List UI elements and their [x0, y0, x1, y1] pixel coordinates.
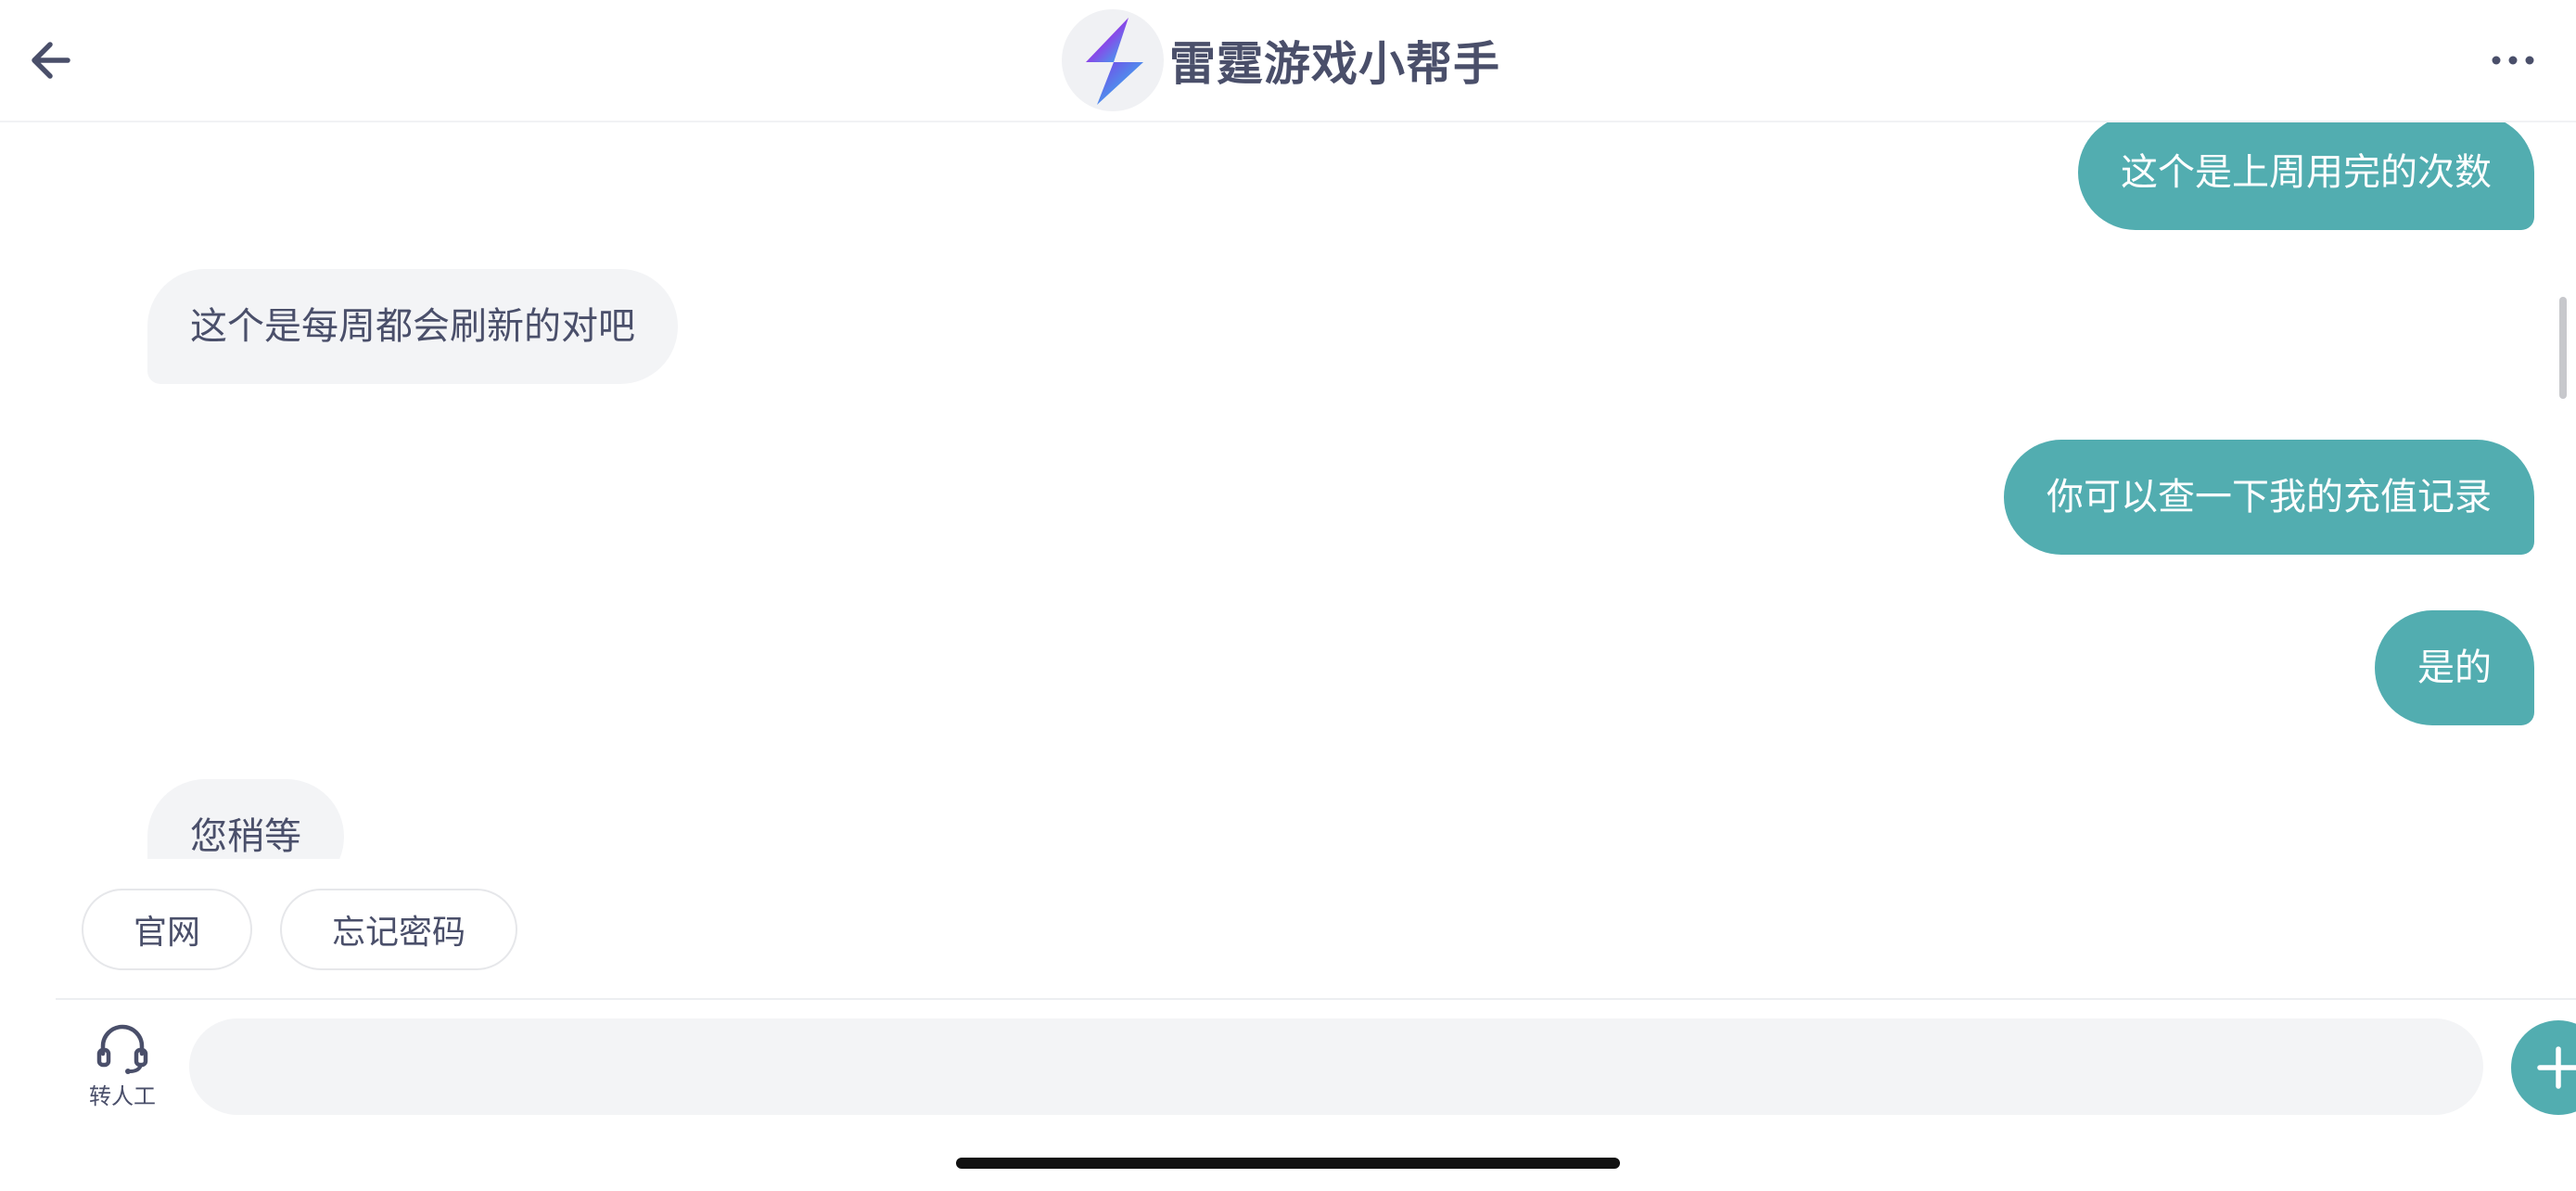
transfer-to-agent-label: 转人工 [89, 1083, 156, 1109]
chat-message-list[interactable]: 这个是上周用完的次数 这个是每周都会刷新的对吧 你可以查一下我的充值记录 是的 … [0, 122, 2576, 859]
message-bubble-sent: 是的 [2375, 610, 2534, 725]
quick-reply-bar: 官网 忘记密码 [82, 889, 518, 972]
more-horizontal-icon [2492, 56, 2534, 65]
quick-reply-forgot-password[interactable]: 忘记密码 [280, 889, 518, 970]
chat-title: 雷霆游戏小帮手 [1169, 37, 1500, 91]
input-divider [56, 998, 2576, 1000]
quick-reply-official-site[interactable]: 官网 [82, 889, 253, 970]
back-button[interactable] [19, 28, 83, 93]
chat-scrollbar[interactable] [2559, 297, 2567, 399]
headset-icon [96, 1024, 148, 1074]
chat-title-group: 雷霆游戏小帮手 [1062, 9, 1500, 111]
plus-icon [2537, 1046, 2576, 1089]
header-bar: 雷霆游戏小帮手 [0, 0, 2576, 122]
message-bubble-received: 您稍等 [147, 779, 344, 859]
transfer-to-agent-button[interactable]: 转人工 [74, 1022, 171, 1115]
message-input[interactable] [189, 1018, 2483, 1115]
home-indicator[interactable] [956, 1158, 1620, 1169]
message-bubble-sent: 你可以查一下我的充值记录 [2004, 440, 2534, 555]
arrow-left-icon [32, 42, 70, 79]
message-bubble-sent: 这个是上周用完的次数 [2078, 122, 2534, 230]
plus-button[interactable] [2511, 1020, 2576, 1115]
more-button[interactable] [2485, 37, 2541, 83]
lightning-logo-icon [1062, 9, 1164, 111]
message-bubble-received: 这个是每周都会刷新的对吧 [147, 269, 678, 384]
